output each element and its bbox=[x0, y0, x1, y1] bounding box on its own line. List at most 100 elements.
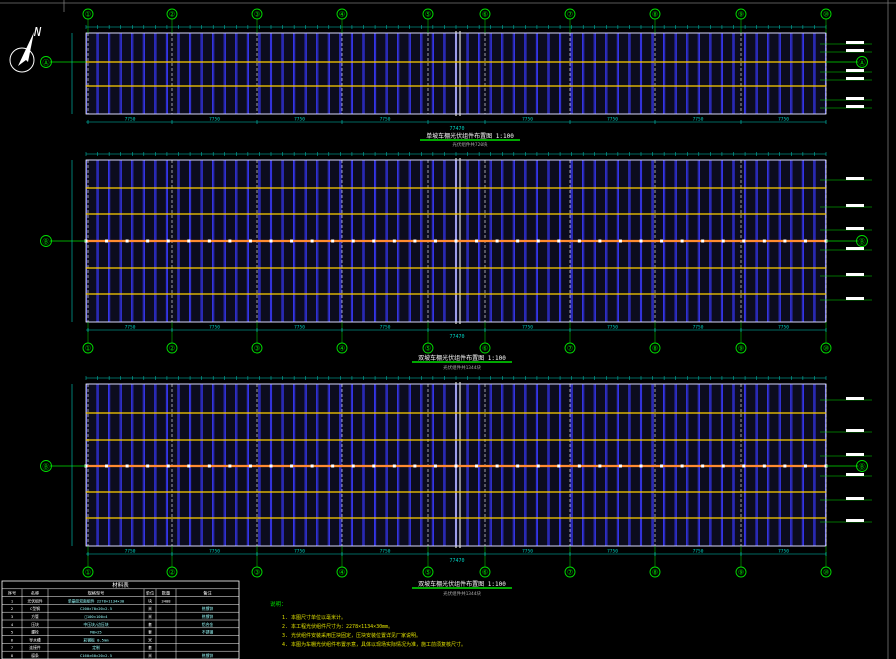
north-label: N bbox=[33, 25, 42, 39]
table-cell: 不锈钢 bbox=[202, 630, 214, 635]
ridge-connector bbox=[495, 239, 499, 243]
table-cell: C160×60×20×2.5 bbox=[80, 653, 112, 658]
pv-module-column bbox=[109, 32, 121, 115]
table-cell: 套 bbox=[148, 645, 152, 650]
ridge-connector bbox=[166, 239, 170, 243]
row-label-right: Ⓐ bbox=[859, 59, 866, 67]
ridge-connector bbox=[290, 239, 294, 243]
pv-module-column bbox=[745, 32, 757, 115]
ridge-connector bbox=[618, 239, 622, 243]
notes-heading: 说明： bbox=[270, 600, 287, 608]
leader-tag bbox=[846, 497, 864, 500]
table-cell: 铝合金 bbox=[202, 622, 214, 627]
table-header-cell: 序号 bbox=[8, 590, 16, 597]
pv-module-column bbox=[722, 32, 734, 115]
column-label: ⑥ bbox=[482, 569, 488, 577]
bay-dimension: 7750 bbox=[607, 549, 618, 555]
ridge-connector bbox=[392, 464, 396, 468]
pv-module-column bbox=[698, 32, 711, 115]
plan-subtitle: 光伏组件共720块 bbox=[452, 141, 488, 148]
table-cell: 套 bbox=[148, 622, 152, 627]
pv-module-column bbox=[502, 32, 514, 115]
table-header-cell: 单位 bbox=[146, 590, 154, 597]
table-cell: 热镀锌 bbox=[202, 653, 214, 658]
ridge-connector bbox=[701, 464, 705, 468]
row-label-left: Ⓑ bbox=[43, 238, 50, 246]
column-label: ③ bbox=[254, 569, 260, 577]
column-label: ⑦ bbox=[567, 11, 573, 19]
column-label: ④ bbox=[339, 345, 345, 353]
column-label: ① bbox=[85, 569, 91, 577]
column-label: ⑦ bbox=[567, 345, 573, 353]
column-label: ② bbox=[169, 345, 175, 353]
table-header-cell: 名称 bbox=[31, 590, 39, 597]
leader-tag bbox=[846, 97, 864, 100]
pv-module-column bbox=[352, 32, 364, 115]
ridge-connector bbox=[372, 464, 376, 468]
table-cell: C型钢 bbox=[30, 606, 40, 611]
leader-tag bbox=[846, 69, 864, 72]
ridge-connector bbox=[516, 464, 520, 468]
ridge-connector bbox=[598, 239, 602, 243]
table-cell: 3 bbox=[11, 614, 13, 619]
table-cell: C200×70×20×2.5 bbox=[80, 606, 112, 611]
column-label: ① bbox=[85, 11, 91, 19]
ridge-connector bbox=[146, 239, 150, 243]
leader-tag bbox=[846, 453, 864, 456]
column-label: ④ bbox=[339, 569, 345, 577]
note-line: 2. 本工程光伏组件尺寸为：2278×1134×30mm。 bbox=[282, 623, 393, 630]
leader-tag bbox=[846, 105, 864, 108]
column-label: ③ bbox=[254, 345, 260, 353]
ridge-connector bbox=[454, 239, 458, 243]
ridge-connector bbox=[577, 239, 581, 243]
bay-dimension: 7750 bbox=[778, 325, 789, 331]
ridge-connector bbox=[413, 239, 417, 243]
ridge-connector bbox=[783, 239, 787, 243]
table-cell: 米 bbox=[148, 653, 152, 658]
ridge-connector bbox=[557, 464, 561, 468]
bay-dimension: 7750 bbox=[294, 117, 305, 123]
pv-module-column bbox=[525, 32, 537, 115]
ridge-connector bbox=[680, 239, 684, 243]
pv-module-column bbox=[675, 32, 688, 115]
column-label: ⑤ bbox=[425, 569, 431, 577]
bay-dimension: 7750 bbox=[522, 325, 533, 331]
column-label: ③ bbox=[254, 11, 260, 19]
plan-title: 单坡车棚光伏组件布置图 1:100 bbox=[426, 132, 514, 140]
ridge-connector bbox=[310, 239, 314, 243]
ridge-connector bbox=[433, 464, 437, 468]
ridge-connector bbox=[248, 239, 252, 243]
pv-module-column bbox=[641, 32, 653, 115]
bay-dimension: 7750 bbox=[125, 549, 136, 555]
pv-module-column bbox=[97, 32, 109, 115]
ridge-connector bbox=[166, 464, 170, 468]
ridge-connector bbox=[413, 464, 417, 468]
table-cell: 2 bbox=[11, 606, 13, 611]
pv-module-column bbox=[756, 32, 769, 115]
column-label: ⑤ bbox=[425, 11, 431, 19]
leader-tag bbox=[846, 429, 864, 432]
pv-module-column bbox=[814, 32, 826, 115]
ridge-connector bbox=[433, 239, 437, 243]
table-cell: 7 bbox=[11, 645, 13, 650]
pv-module-column bbox=[340, 32, 352, 115]
pv-module-column bbox=[444, 32, 456, 115]
ridge-connector bbox=[762, 239, 766, 243]
bay-dimension: 7750 bbox=[693, 117, 704, 123]
leader-tag bbox=[846, 473, 864, 476]
ridge-connector bbox=[331, 464, 335, 468]
column-label: ⑧ bbox=[652, 11, 658, 19]
bay-dimension: 7750 bbox=[522, 549, 533, 555]
table-cell: 压块 bbox=[31, 622, 39, 627]
pv-module-column bbox=[803, 32, 815, 115]
table-cell: 单晶硅双面组件 2278×1134×30 bbox=[68, 598, 125, 603]
pv-module-column bbox=[490, 32, 503, 115]
column-label: ⑨ bbox=[738, 345, 744, 353]
plan-title: 双坡车棚光伏组件布置图 1:100 bbox=[418, 580, 506, 588]
table-cell: 米 bbox=[148, 614, 152, 619]
ridge-connector bbox=[742, 464, 746, 468]
table-cell: 3408 bbox=[161, 598, 171, 603]
ridge-connector bbox=[660, 239, 664, 243]
row-label-right: Ⓑ bbox=[859, 238, 866, 246]
pv-module-column bbox=[386, 32, 399, 115]
